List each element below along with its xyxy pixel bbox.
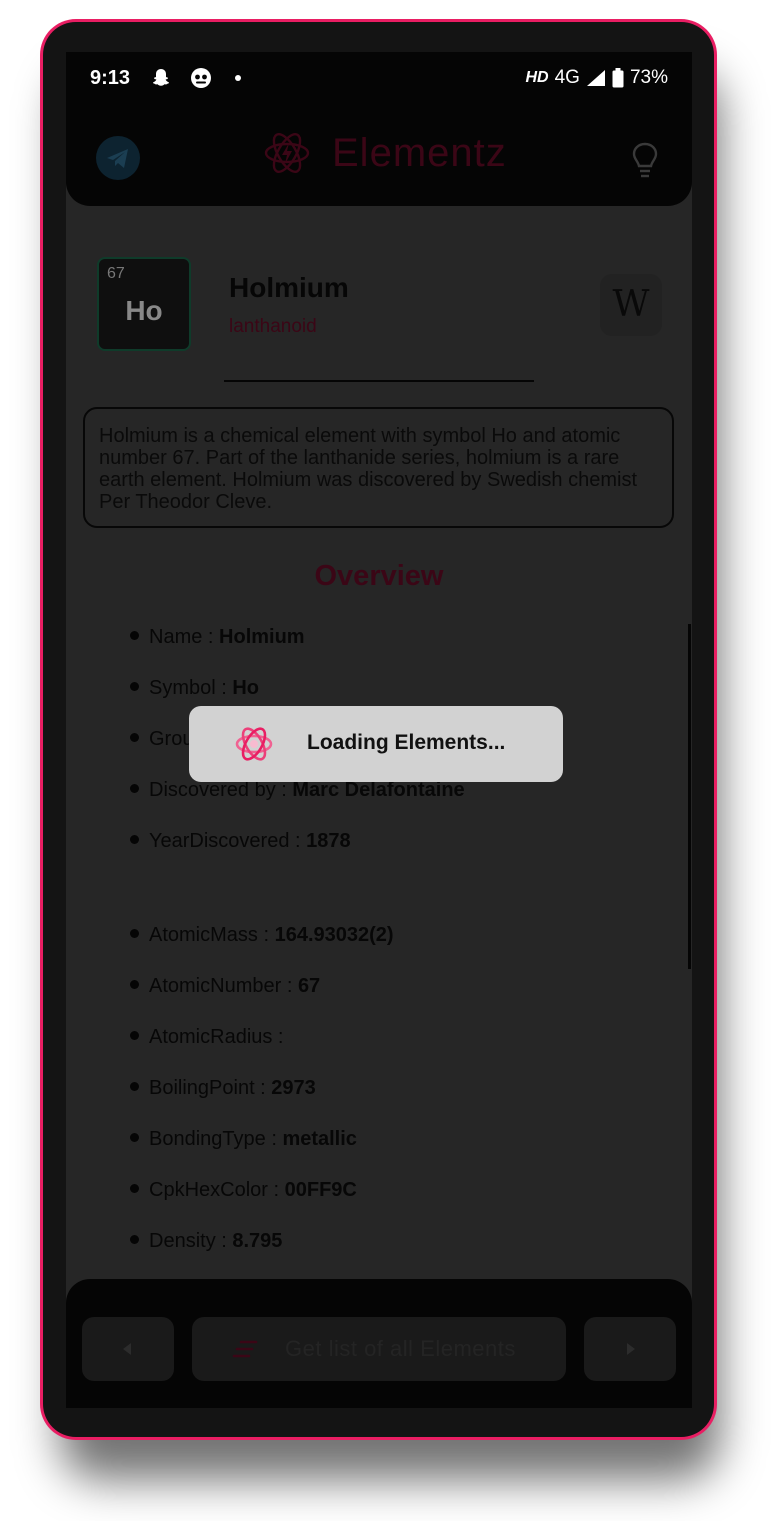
lightbulb-icon[interactable]: [628, 140, 662, 180]
caret-right-icon: [627, 1343, 635, 1355]
status-time: 9:13: [90, 67, 131, 89]
battery-icon: [612, 68, 624, 88]
hd-label: HD: [525, 69, 549, 86]
bullet-icon: [130, 682, 139, 692]
bullet-icon: [130, 1031, 139, 1041]
telegram-button[interactable]: [96, 136, 140, 180]
app-bar: Elementz: [66, 106, 692, 206]
bullet-icon: [130, 1235, 139, 1245]
list-item: Density : 8.795: [130, 1230, 282, 1260]
list-item: Name : Holmium: [130, 626, 305, 656]
telegram-icon: [107, 149, 128, 168]
bullet-icon: [130, 631, 139, 641]
atomic-number: 67: [107, 265, 125, 282]
caret-left-icon: [123, 1343, 131, 1355]
bullet-icon: [130, 929, 139, 939]
network-type: 4G: [554, 67, 580, 88]
bullet-icon: [130, 784, 139, 794]
list-item: CpkHexColor : 00FF9C: [130, 1179, 357, 1209]
device-frame: 9:13 HD 4G 73% Elementz 67 Ho Holmium la…: [40, 19, 717, 1440]
list-item: Symbol : Ho: [130, 677, 259, 707]
loading-message: Loading Elements...: [307, 731, 506, 754]
scrollbar[interactable]: [688, 624, 691, 969]
element-category: lanthanoid: [229, 316, 317, 337]
element-name: Holmium: [229, 272, 349, 303]
loading-spinner-icon: [235, 727, 273, 761]
wikipedia-icon: W: [612, 284, 650, 325]
bullet-icon: [130, 980, 139, 990]
app-title: Elementz: [332, 130, 507, 175]
bottom-bar: Get list of all Elements: [66, 1279, 692, 1408]
bullet-icon: [130, 1133, 139, 1143]
signal-icon: [586, 70, 605, 86]
list-item: AtomicNumber : 67: [130, 975, 320, 1005]
list-item: BondingType : metallic: [130, 1128, 357, 1158]
element-list-button[interactable]: Get list of all Elements: [192, 1317, 566, 1381]
list-item: YearDiscovered : 1878: [130, 830, 351, 860]
element-tile: 67 Ho: [97, 257, 191, 351]
snapchat-icon: [153, 69, 169, 86]
device-bezel: 9:13 HD 4G 73% Elementz 67 Ho Holmium la…: [43, 22, 714, 1437]
wikipedia-button[interactable]: W: [600, 274, 662, 336]
atom-logo-icon: [264, 133, 310, 173]
dot-icon: [235, 75, 241, 81]
bullet-icon: [130, 835, 139, 845]
battery-percent: 73%: [629, 67, 668, 88]
list-item: AtomicMass : 164.93032(2): [130, 924, 394, 954]
list-item: BoilingPoint : 2973: [130, 1077, 316, 1107]
bullet-icon: [130, 1184, 139, 1194]
previous-element-button[interactable]: [82, 1317, 174, 1381]
next-element-button[interactable]: [584, 1317, 676, 1381]
status-bar: 9:13 HD 4G 73%: [66, 52, 692, 106]
top-bar: 9:13 HD 4G 73% Elementz: [66, 52, 692, 206]
element-symbol: Ho: [125, 295, 163, 326]
element-summary: Holmium is a chemical element with symbo…: [83, 407, 674, 528]
app-logo: Elementz: [262, 128, 507, 178]
loading-dialog: Loading Elements...: [189, 706, 563, 782]
app-face-icon: [191, 68, 211, 88]
list-item: Discovered by : Marc Delafontaine: [130, 779, 465, 809]
divider: [224, 380, 534, 382]
list-icon: [232, 1340, 258, 1358]
status-right: HD 4G 73%: [526, 67, 669, 89]
list-item: AtomicRadius :: [130, 1026, 284, 1056]
element-list-label: Get list of all Elements: [285, 1336, 516, 1361]
bullet-icon: [130, 1082, 139, 1092]
overview-title: Overview: [314, 560, 444, 592]
bullet-icon: [130, 733, 139, 743]
